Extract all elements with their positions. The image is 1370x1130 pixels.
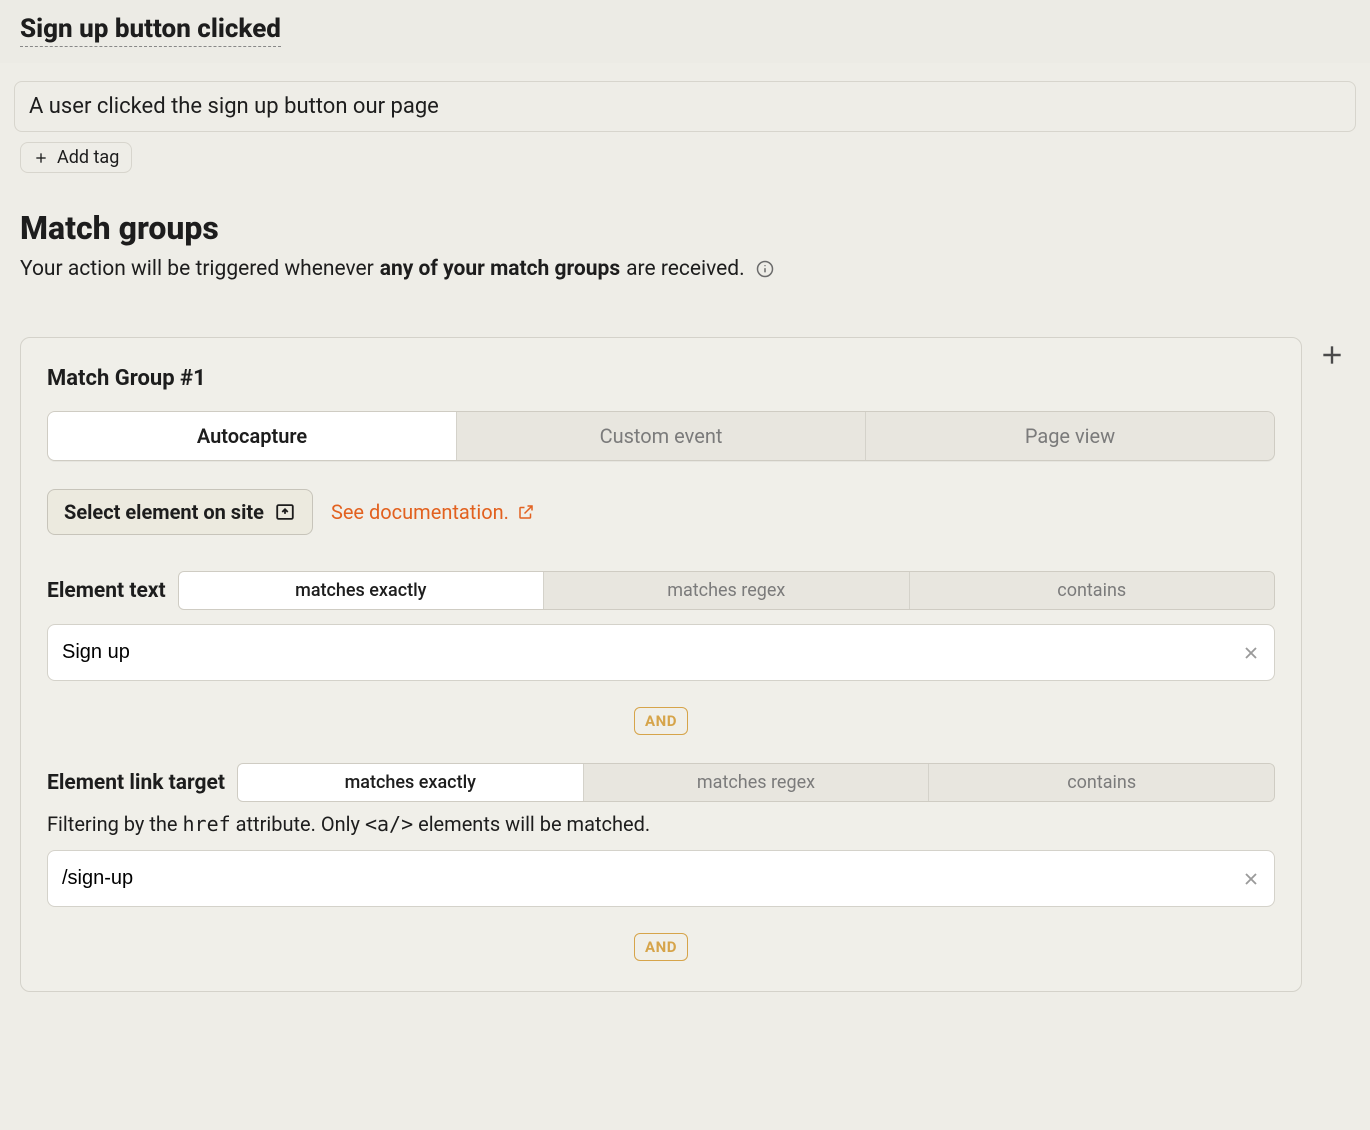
link-target-help: Filtering by the href attribute. Only <a… xyxy=(47,812,1275,836)
help-mid: attribute. Only xyxy=(231,812,365,836)
close-icon xyxy=(1241,869,1261,889)
element-text-label: Element text xyxy=(47,579,166,603)
close-icon xyxy=(1241,643,1261,663)
element-text-input[interactable] xyxy=(47,624,1275,681)
and-separator-2: AND xyxy=(47,933,1275,961)
link-target-mode-exact[interactable]: matches exactly xyxy=(238,764,584,801)
and-separator-1: AND xyxy=(47,707,1275,735)
help-code-a: <a/> xyxy=(365,812,413,836)
plus-icon xyxy=(1319,342,1345,368)
element-text-mode-exact[interactable]: matches exactly xyxy=(179,572,544,609)
event-type-tabs: Autocapture Custom event Page view xyxy=(47,411,1275,461)
external-link-icon xyxy=(517,503,535,521)
link-target-input[interactable] xyxy=(47,850,1275,907)
subtitle-bold: any of your match groups xyxy=(380,257,620,281)
tab-custom-event[interactable]: Custom event xyxy=(457,412,866,460)
action-description-input[interactable]: A user clicked the sign up button our pa… xyxy=(14,81,1356,132)
clear-element-text-button[interactable] xyxy=(1239,641,1263,665)
select-element-label: Select element on site xyxy=(64,500,264,524)
clear-link-target-button[interactable] xyxy=(1239,867,1263,891)
and-chip: AND xyxy=(634,707,688,735)
element-text-mode-regex[interactable]: matches regex xyxy=(544,572,909,609)
link-target-row: Element link target matches exactly matc… xyxy=(47,763,1275,802)
match-group-title: Match Group #1 xyxy=(47,366,1275,391)
element-text-mode-contains[interactable]: contains xyxy=(910,572,1274,609)
help-code-href: href xyxy=(182,812,230,836)
match-groups-title: Match groups xyxy=(20,209,1350,247)
subtitle-post: are received. xyxy=(626,257,745,281)
add-tag-label: Add tag xyxy=(57,147,119,168)
subtitle-pre: Your action will be triggered whenever xyxy=(20,257,374,281)
element-text-row: Element text matches exactly matches reg… xyxy=(47,571,1275,610)
match-groups-subtitle: Your action will be triggered whenever a… xyxy=(20,257,1350,281)
app-header: Sign up button clicked xyxy=(0,0,1370,63)
link-target-mode-regex[interactable]: matches regex xyxy=(584,764,930,801)
link-target-input-wrap xyxy=(47,850,1275,907)
documentation-link-label: See documentation. xyxy=(331,500,509,524)
match-group-card: Match Group #1 Autocapture Custom event … xyxy=(20,337,1302,992)
match-groups-container: Match Group #1 Autocapture Custom event … xyxy=(20,337,1350,992)
link-target-label: Element link target xyxy=(47,771,225,795)
link-target-mode-contains[interactable]: contains xyxy=(929,764,1274,801)
open-app-icon xyxy=(274,501,296,523)
select-element-button[interactable]: Select element on site xyxy=(47,489,313,535)
help-pre: Filtering by the xyxy=(47,812,182,836)
documentation-link[interactable]: See documentation. xyxy=(331,500,535,524)
add-match-group-button[interactable] xyxy=(1314,337,1350,373)
and-chip: AND xyxy=(634,933,688,961)
element-text-input-wrap xyxy=(47,624,1275,681)
link-target-match-mode: matches exactly matches regex contains xyxy=(237,763,1275,802)
add-tag-button[interactable]: Add tag xyxy=(20,142,132,173)
element-text-match-mode: matches exactly matches regex contains xyxy=(178,571,1275,610)
help-post: elements will be matched. xyxy=(413,812,650,836)
info-icon[interactable] xyxy=(755,259,775,279)
page-body: A user clicked the sign up button our pa… xyxy=(0,81,1370,1032)
tab-page-view[interactable]: Page view xyxy=(866,412,1274,460)
tab-autocapture[interactable]: Autocapture xyxy=(48,412,457,460)
plus-icon xyxy=(33,150,49,166)
tags-row: Add tag xyxy=(20,142,1350,173)
action-title[interactable]: Sign up button clicked xyxy=(20,14,281,47)
